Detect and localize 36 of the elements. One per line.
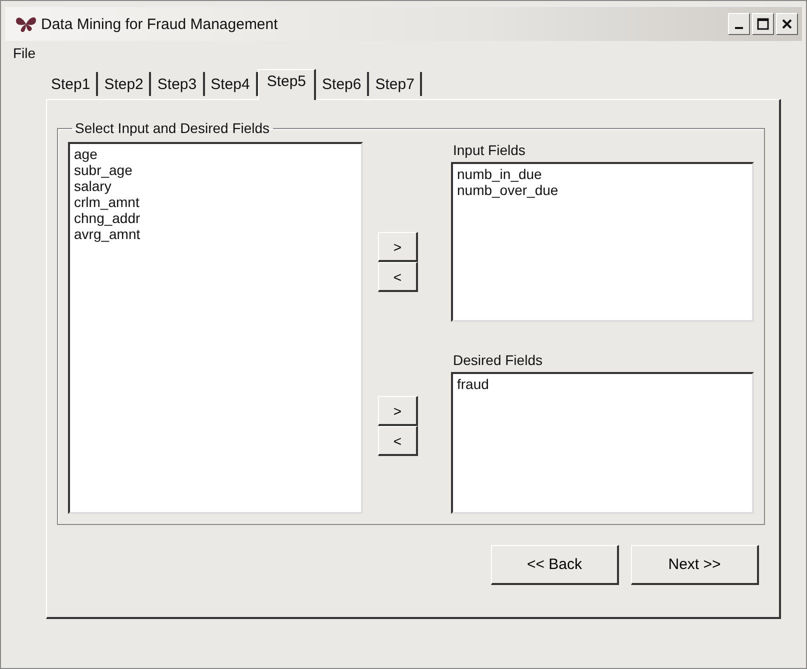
desired-fields-list[interactable]: fraud bbox=[451, 372, 754, 514]
tab[interactable]: Step2 bbox=[98, 72, 152, 96]
remove-desired-button[interactable]: < bbox=[378, 426, 418, 456]
menu-item[interactable]: File bbox=[11, 45, 38, 61]
remove-input-button[interactable]: < bbox=[378, 262, 418, 292]
list-item[interactable]: avrg_amnt bbox=[74, 226, 357, 242]
list-item[interactable]: numb_over_due bbox=[457, 182, 748, 198]
list-item[interactable]: subr_age bbox=[74, 162, 357, 178]
list-item[interactable]: chng_addr bbox=[74, 210, 357, 226]
maximize-button[interactable] bbox=[752, 13, 774, 35]
back-button[interactable]: << Back bbox=[491, 545, 619, 585]
input-fields-list[interactable]: numb_in_due numb_over_due bbox=[451, 162, 754, 322]
tab[interactable]: Step7 bbox=[369, 72, 422, 96]
maximize-icon bbox=[757, 18, 769, 30]
window-title: Data Mining for Fraud Management bbox=[41, 16, 278, 32]
list-item[interactable]: salary bbox=[74, 178, 357, 194]
add-input-button[interactable]: > bbox=[378, 232, 418, 262]
desired-fields-label: Desired Fields bbox=[452, 351, 544, 370]
butterfly-icon bbox=[15, 15, 37, 33]
close-icon bbox=[781, 18, 793, 30]
tab[interactable]: Step5 bbox=[258, 69, 316, 100]
list-item[interactable]: numb_in_due bbox=[457, 166, 748, 182]
next-button[interactable]: Next >> bbox=[631, 545, 759, 585]
list-item[interactable]: age bbox=[74, 146, 357, 162]
add-desired-button[interactable]: > bbox=[378, 396, 418, 426]
close-button[interactable] bbox=[776, 13, 798, 35]
tab[interactable]: Step3 bbox=[151, 72, 205, 96]
list-item[interactable]: fraud bbox=[457, 376, 748, 392]
input-fields-label: Input Fields bbox=[452, 142, 526, 160]
tab[interactable]: Step1 bbox=[45, 72, 98, 96]
list-item[interactable]: crlm_amnt bbox=[74, 194, 357, 210]
available-fields-list[interactable]: age subr_age salary crlm_amnt chng_addr avrg_amnt bbox=[68, 142, 363, 514]
minimize-button[interactable] bbox=[728, 13, 750, 35]
tab[interactable]: Step6 bbox=[316, 72, 370, 96]
group-title: Select Input and Desired Fields bbox=[74, 120, 271, 136]
minimize-icon bbox=[735, 27, 743, 29]
